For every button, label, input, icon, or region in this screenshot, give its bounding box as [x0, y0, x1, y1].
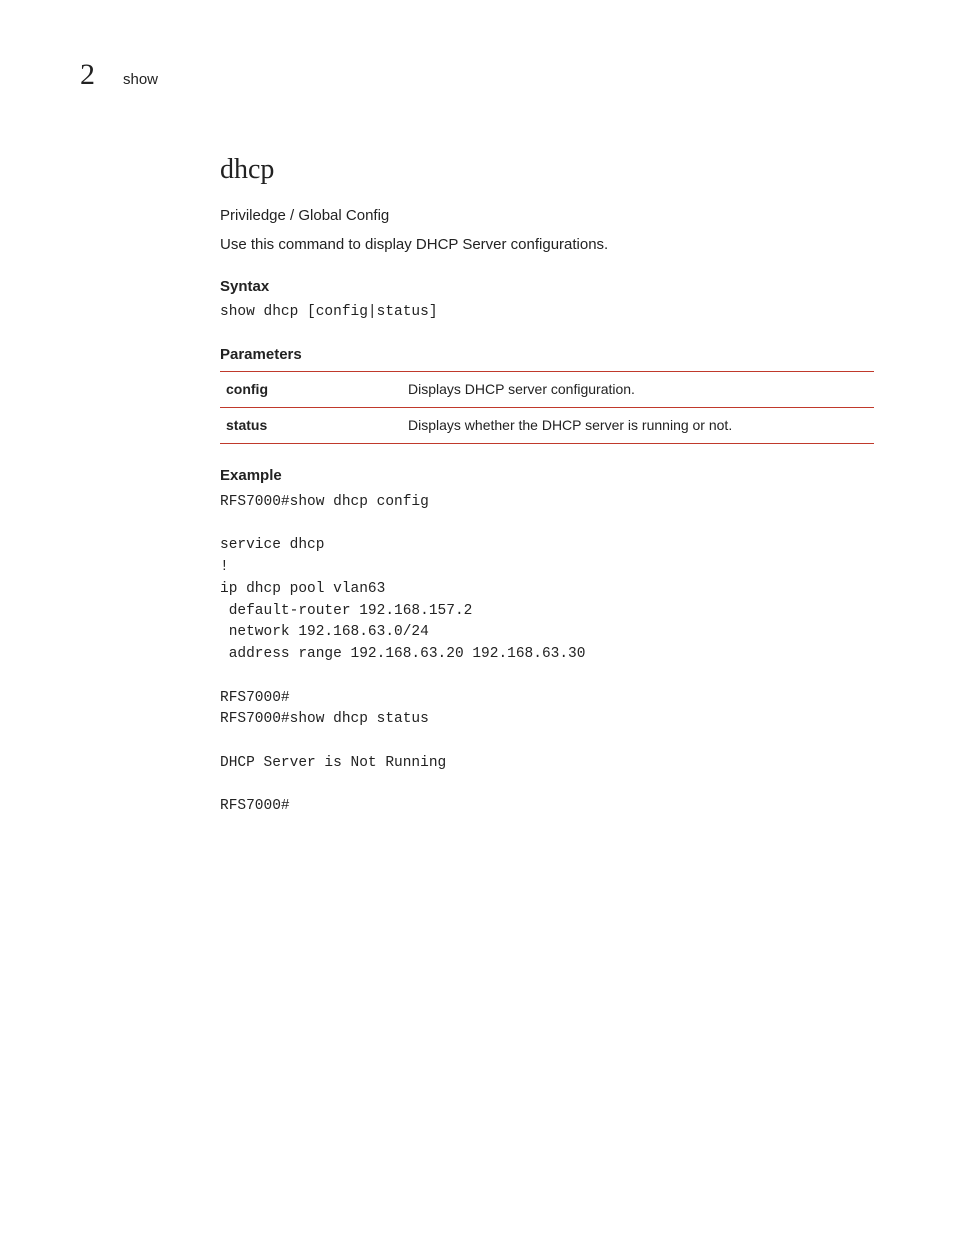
context-line: Priviledge / Global Config — [220, 206, 874, 226]
table-row: status Displays whether the DHCP server … — [220, 407, 874, 443]
breadcrumb: show — [123, 70, 158, 90]
param-desc: Displays DHCP server configuration. — [402, 371, 874, 407]
syntax-heading: Syntax — [220, 277, 874, 297]
page: 2 show dhcp Priviledge / Global Config U… — [0, 0, 954, 878]
parameters-table: config Displays DHCP server configuratio… — [220, 371, 874, 444]
example-heading: Example — [220, 466, 874, 486]
param-name: status — [220, 407, 402, 443]
parameters-heading: Parameters — [220, 345, 874, 365]
chapter-number: 2 — [80, 55, 95, 96]
example-code: RFS7000#show dhcp config service dhcp ! … — [220, 492, 874, 818]
table-row: config Displays DHCP server configuratio… — [220, 371, 874, 407]
content-body: dhcp Priviledge / Global Config Use this… — [220, 151, 874, 819]
page-title: dhcp — [220, 151, 874, 189]
syntax-code: show dhcp [config|status] — [220, 303, 874, 323]
description: Use this command to display DHCP Server … — [220, 235, 874, 255]
param-desc: Displays whether the DHCP server is runn… — [402, 407, 874, 443]
page-header: 2 show — [80, 55, 874, 96]
param-name: config — [220, 371, 402, 407]
